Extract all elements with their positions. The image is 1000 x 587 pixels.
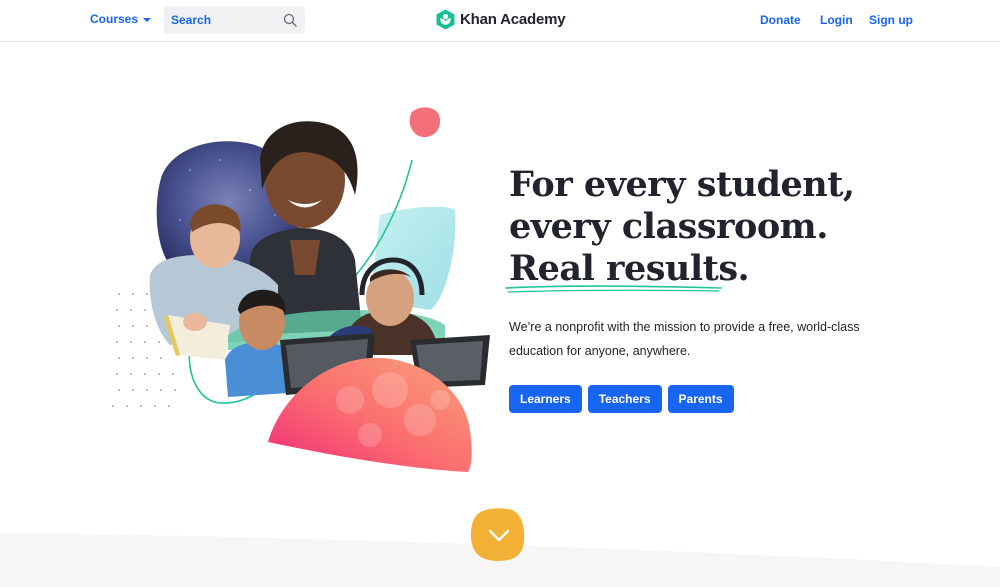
khan-academy-logo-icon [436, 9, 455, 30]
signup-link[interactable]: Sign up [869, 13, 913, 27]
learners-button[interactable]: Learners [509, 385, 582, 413]
caret-down-icon [143, 17, 152, 22]
red-dot-shape [409, 107, 441, 138]
hero-illustration [111, 107, 490, 472]
courses-menu-button[interactable]: Courses [90, 12, 152, 26]
top-navigation-bar: Courses Khan Academy Donate Login Sign u… [0, 0, 1000, 42]
teachers-button[interactable]: Teachers [587, 385, 662, 413]
login-link[interactable]: Login [820, 13, 853, 27]
audience-buttons: Learners Teachers Parents [509, 385, 734, 413]
khan-academy-logo[interactable]: Khan Academy [436, 9, 566, 30]
search-input[interactable] [171, 13, 271, 27]
scroll-down-button[interactable] [467, 507, 531, 563]
courses-label: Courses [90, 12, 139, 26]
hero-headline: For every student, every classroom. Real… [509, 164, 855, 290]
donate-link[interactable]: Donate [760, 13, 801, 27]
headline-underline [505, 285, 722, 293]
parents-button[interactable]: Parents [667, 385, 734, 413]
search-icon[interactable] [283, 13, 297, 27]
headline-line-2: every classroom. [509, 206, 828, 247]
headline-line-1: For every student, [509, 164, 855, 205]
hero-description: We’re a nonprofit with the mission to pr… [509, 320, 860, 358]
search-box[interactable] [164, 6, 305, 34]
logo-text: Khan Academy [460, 11, 566, 28]
